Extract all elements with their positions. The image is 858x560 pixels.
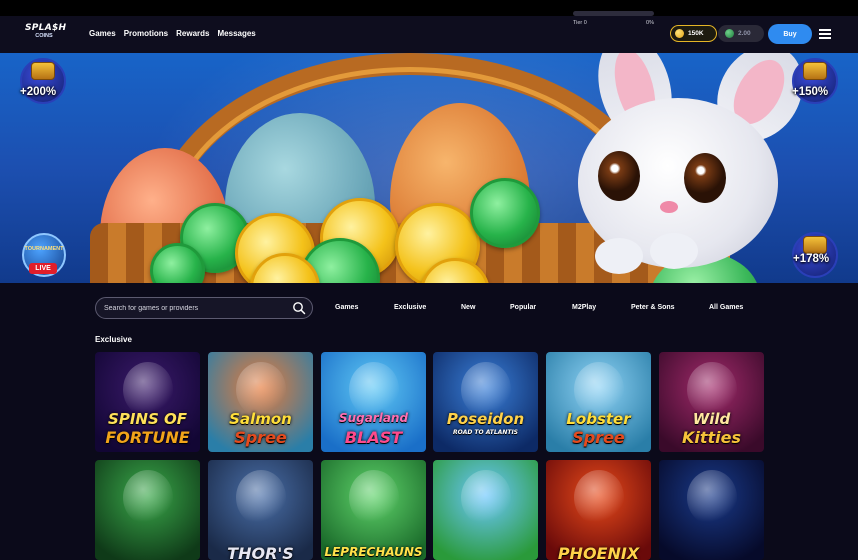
game-search[interactable] — [95, 297, 313, 319]
game-title-line1: SPINS OF — [108, 410, 187, 428]
game-tile[interactable] — [659, 460, 764, 560]
hero-banner[interactable] — [0, 53, 858, 283]
search-icon[interactable] — [292, 301, 306, 315]
splash-coins-logo[interactable]: SPLA$H COINS — [25, 23, 67, 46]
treasure-chest-icon — [31, 62, 55, 80]
tier-percent: 0% — [646, 20, 654, 26]
search-input[interactable] — [104, 304, 292, 312]
buy-button[interactable]: Buy — [768, 24, 812, 44]
game-title-line2: ROAD TO ATLANTIS — [452, 429, 518, 436]
top-strip — [0, 0, 858, 16]
nav-messages[interactable]: Messages — [218, 29, 256, 38]
sweeps-coin-icon — [725, 29, 734, 38]
game-title-line2: PHOENIX — [557, 544, 640, 560]
gold-coin-amount: 150K — [688, 30, 704, 37]
tab-popular[interactable]: Popular — [510, 304, 536, 311]
game-title-line2: THOR'S — [227, 544, 294, 560]
tier-label: Tier 0 — [573, 20, 587, 26]
nav-promotions[interactable]: Promotions — [124, 29, 168, 38]
game-tile[interactable]: LEPRECHAUNS — [321, 460, 426, 560]
sweeps-coin-amount: 2.00 — [738, 30, 751, 37]
gold-coin-balance[interactable]: 150K — [670, 25, 717, 42]
game-character-art — [236, 470, 286, 525]
tab-new[interactable]: New — [461, 304, 475, 311]
tournament-label: TOURNAMENT — [24, 246, 64, 252]
logo-subword: COINS — [35, 33, 53, 39]
sweeps-coin-balance[interactable]: 2.00 — [718, 25, 764, 42]
treasure-chest-icon — [803, 62, 827, 80]
game-tile[interactable] — [95, 460, 200, 560]
tab-m2play[interactable]: M2Play — [572, 304, 596, 311]
bonus-percent-top-left: +200% — [20, 86, 57, 98]
hamburger-menu-icon[interactable] — [819, 29, 831, 39]
game-character-art — [461, 470, 511, 525]
game-title-line2: BLAST — [344, 428, 403, 447]
bonus-percent-bottom-right: +178% — [793, 253, 830, 265]
game-title-line2: Kitties — [681, 428, 742, 447]
treasure-chest-icon — [803, 236, 827, 254]
bunny-eye — [598, 151, 640, 201]
game-tile[interactable]: Lobster Spree — [546, 352, 651, 452]
tier-progress-bar — [573, 11, 654, 16]
game-character-art — [349, 470, 399, 525]
nav-games[interactable]: Games — [89, 29, 116, 38]
bonus-percent-top-right: +150% — [792, 86, 829, 98]
gold-coin-icon — [675, 29, 684, 38]
game-character-art — [123, 362, 173, 417]
section-title-exclusive: Exclusive — [95, 335, 132, 344]
game-tile[interactable]: THOR'S — [208, 460, 313, 560]
live-badge: LIVE — [29, 263, 57, 274]
bunny-nose — [660, 201, 678, 213]
tab-all-games[interactable]: All Games — [709, 304, 743, 311]
bunny-paw — [595, 238, 643, 274]
game-tile[interactable]: PHOENIX — [546, 460, 651, 560]
bunny-paw — [650, 233, 698, 269]
game-character-art — [461, 362, 511, 417]
game-title-line2: LEPRECHAUNS — [324, 545, 423, 559]
game-title-line2: Spree — [234, 428, 287, 447]
game-tile[interactable]: SPINS OF FORTUNE — [95, 352, 200, 452]
bunny-eye — [684, 153, 726, 203]
game-tile[interactable]: Salmon Spree — [208, 352, 313, 452]
game-tile[interactable]: Poseidon ROAD TO ATLANTIS — [433, 352, 538, 452]
game-character-art — [123, 470, 173, 525]
tab-games[interactable]: Games — [335, 304, 358, 311]
sweeps-coin-icon — [470, 178, 540, 248]
game-character-art — [574, 362, 624, 417]
game-character-art — [687, 470, 737, 525]
logo-word: SPLA$H — [25, 23, 67, 33]
game-character-art — [236, 362, 286, 417]
game-title-line1: Lobster — [566, 410, 631, 428]
game-title-line2: FORTUNE — [105, 428, 190, 447]
nav-rewards[interactable]: Rewards — [176, 29, 209, 38]
tier-progress[interactable]: Tier 0 0% — [573, 11, 654, 26]
game-tile[interactable] — [433, 460, 538, 560]
game-title-line1: Wild — [692, 410, 731, 428]
tab-peter-and-sons[interactable]: Peter & Sons — [631, 304, 675, 311]
main-nav: Games Promotions Rewards Messages — [89, 29, 256, 38]
game-character-art — [687, 362, 737, 417]
game-tile[interactable]: Wild Kitties — [659, 352, 764, 452]
game-title-line2: Spree — [572, 428, 625, 447]
game-character-art — [574, 470, 624, 525]
game-tile[interactable]: Sugarland BLAST — [321, 352, 426, 452]
game-character-art — [349, 362, 399, 417]
game-title-line1: Salmon — [229, 410, 292, 428]
game-title-line1: Poseidon — [446, 410, 525, 428]
tab-exclusive[interactable]: Exclusive — [394, 304, 426, 311]
game-title-line1: Sugarland — [338, 411, 409, 425]
